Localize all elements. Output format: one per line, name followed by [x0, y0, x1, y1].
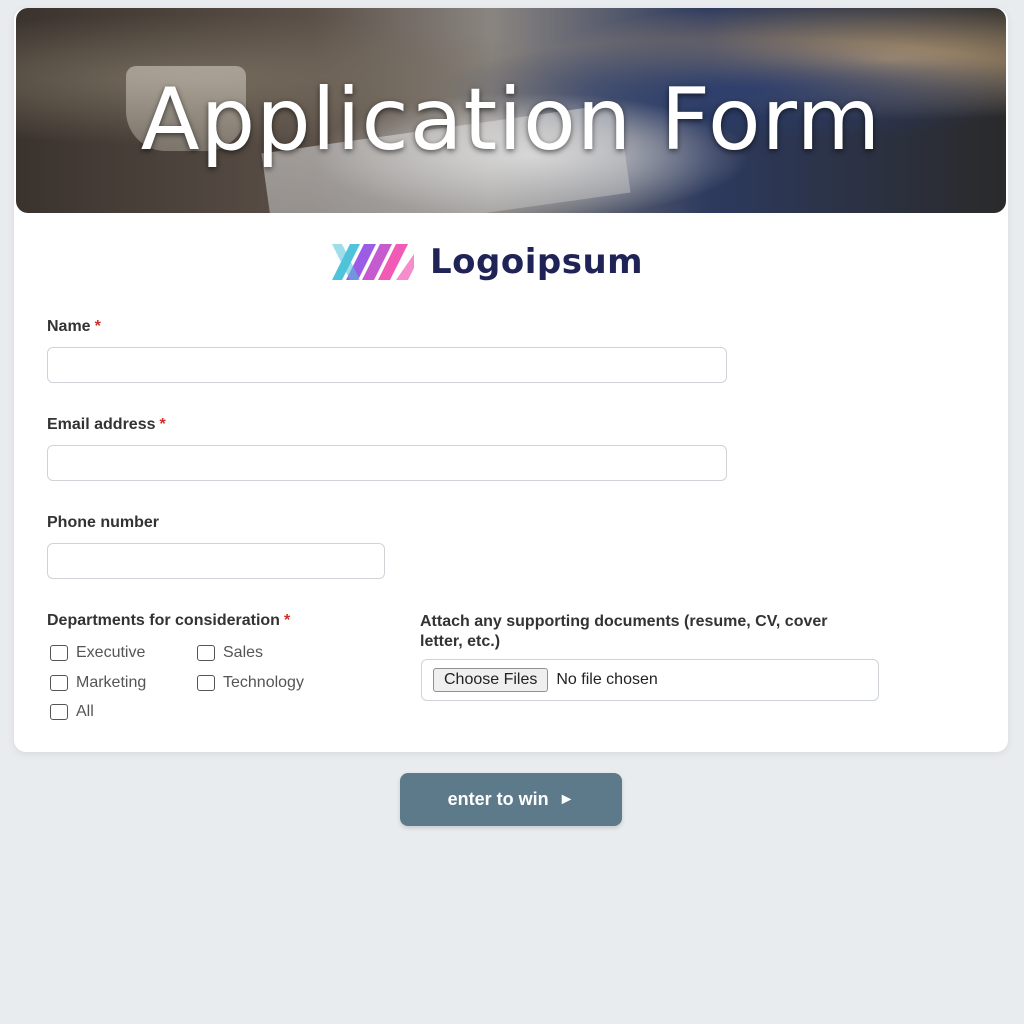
checkbox-marketing[interactable]: Marketing [50, 674, 146, 692]
name-input[interactable] [47, 347, 727, 383]
checkbox-label: All [76, 703, 94, 720]
checkbox-all[interactable]: All [50, 703, 94, 721]
checkbox-label: Executive [76, 644, 146, 661]
checkbox-technology[interactable]: Technology [197, 674, 304, 692]
play-arrow-icon: ► [558, 790, 575, 808]
file-upload-field[interactable]: Choose Files No file chosen [421, 659, 879, 701]
phone-input[interactable] [47, 543, 385, 579]
checkbox-box[interactable] [197, 645, 215, 661]
checkbox-sales[interactable]: Sales [197, 644, 263, 662]
submit-button[interactable]: enter to win ► [400, 773, 622, 826]
required-mark: * [94, 318, 101, 335]
name-label: Name * [47, 318, 101, 336]
logo-icon [332, 244, 414, 280]
checkbox-box[interactable] [197, 675, 215, 691]
submit-button-label: enter to win [447, 789, 549, 809]
checkbox-box[interactable] [50, 675, 68, 691]
name-label-text: Name [47, 318, 91, 335]
phone-label: Phone number [47, 514, 159, 532]
checkbox-label: Sales [223, 644, 264, 661]
checkbox-label: Marketing [76, 674, 147, 691]
header-banner-image: Application Form [16, 8, 1006, 213]
logo-text: Logoipsum [430, 242, 644, 282]
choose-files-button[interactable]: Choose Files [433, 668, 549, 692]
checkbox-box[interactable] [50, 645, 68, 661]
departments-label-text: Departments for consideration [47, 612, 280, 629]
email-label-text: Email address [47, 416, 156, 433]
attachments-label: Attach any supporting documents (resume,… [420, 613, 828, 650]
email-label: Email address * [47, 416, 166, 434]
email-input[interactable] [47, 445, 727, 481]
required-mark: * [283, 612, 291, 629]
phone-label-text: Phone number [47, 514, 160, 531]
page-title: Application Form [140, 70, 882, 170]
required-mark: * [159, 416, 166, 433]
company-logo: Logoipsum [332, 238, 643, 286]
checkbox-executive[interactable]: Executive [50, 644, 145, 662]
departments-label: Departments for consideration * [47, 612, 290, 630]
checkbox-label: Technology [223, 674, 304, 691]
checkbox-box[interactable] [50, 704, 68, 720]
file-status-text: No file chosen [556, 671, 658, 688]
